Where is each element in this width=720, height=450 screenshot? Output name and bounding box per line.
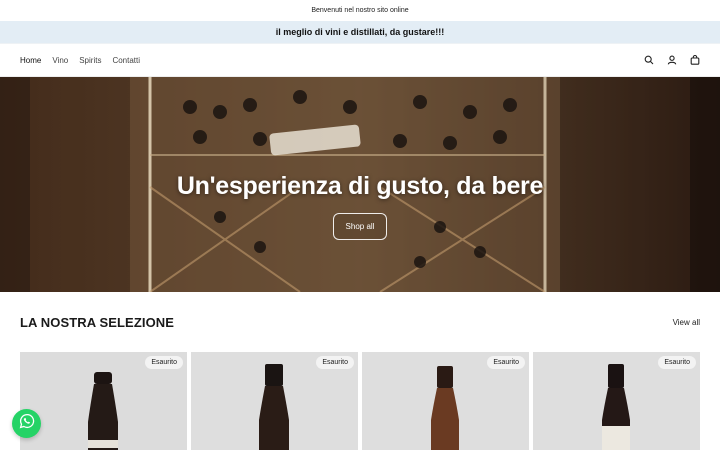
product-card[interactable]: Esaurito bbox=[533, 352, 700, 450]
sold-out-badge: Esaurito bbox=[145, 356, 183, 369]
product-grid: Esaurito Esaurito Esaurito Esaurito bbox=[20, 352, 700, 450]
nav-item-contatti[interactable]: Contatti bbox=[112, 56, 140, 65]
view-all-link[interactable]: View all bbox=[673, 318, 700, 327]
nav-item-home[interactable]: Home bbox=[20, 56, 41, 65]
site-header: Home Vino Spirits Contatti bbox=[0, 44, 720, 77]
shop-all-button[interactable]: Shop all bbox=[332, 212, 388, 240]
announcement-text: Benvenuti nel nostro sito online bbox=[311, 7, 409, 14]
product-card[interactable]: Esaurito bbox=[20, 352, 187, 450]
product-card[interactable]: Esaurito bbox=[362, 352, 529, 450]
whatsapp-chat-button[interactable] bbox=[12, 409, 41, 438]
nav-item-spirits[interactable]: Spirits bbox=[79, 56, 101, 65]
collection-header: LA NOSTRA SELEZIONE View all bbox=[20, 292, 700, 352]
account-icon[interactable] bbox=[667, 55, 677, 65]
featured-collection: LA NOSTRA SELEZIONE View all Esaurito Es… bbox=[0, 292, 720, 450]
hero-banner: Un'esperienza di gusto, da bere Shop all bbox=[0, 77, 720, 292]
promo-text: il meglio di vini e distillati, da gusta… bbox=[275, 27, 445, 37]
collection-title: LA NOSTRA SELEZIONE bbox=[20, 314, 175, 330]
sold-out-badge: Esaurito bbox=[316, 356, 354, 369]
sold-out-badge: Esaurito bbox=[487, 356, 525, 369]
product-card[interactable]: Esaurito bbox=[191, 352, 358, 450]
header-icons bbox=[644, 55, 700, 65]
hero-content: Un'esperienza di gusto, da bere Shop all bbox=[0, 77, 720, 292]
promo-bar: il meglio di vini e distillati, da gusta… bbox=[0, 21, 720, 44]
nav-item-vino[interactable]: Vino bbox=[52, 56, 68, 65]
announcement-bar: Benvenuti nel nostro sito online bbox=[0, 0, 720, 21]
whatsapp-icon bbox=[19, 413, 35, 434]
sold-out-badge: Esaurito bbox=[658, 356, 696, 369]
hero-title: Un'esperienza di gusto, da bere bbox=[176, 171, 544, 200]
search-icon[interactable] bbox=[644, 55, 654, 65]
cart-icon[interactable] bbox=[690, 55, 700, 65]
main-nav: Home Vino Spirits Contatti bbox=[20, 56, 140, 65]
